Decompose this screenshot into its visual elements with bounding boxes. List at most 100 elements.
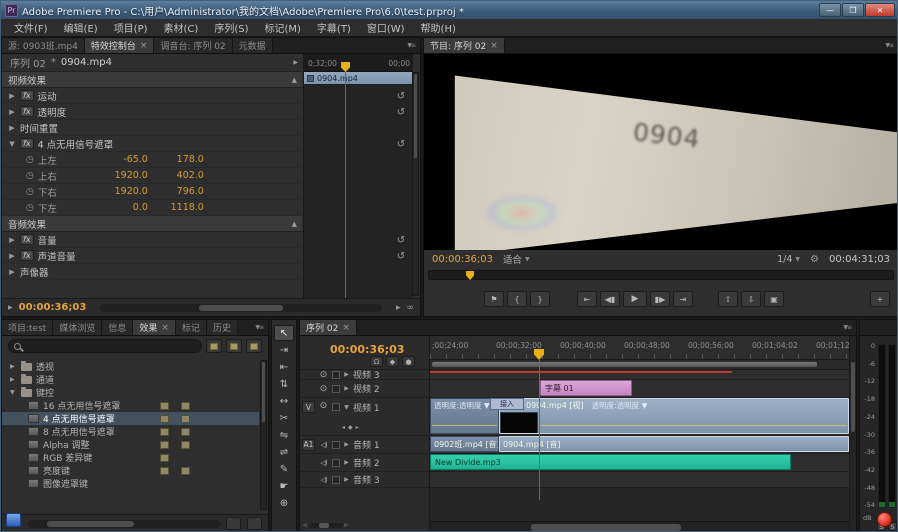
current-timecode[interactable]: 00:00:36;03	[19, 302, 87, 313]
current-timecode[interactable]: 00:00:36;03	[432, 254, 493, 265]
maximize-button[interactable]: ❐	[842, 3, 864, 17]
track-lock-icon[interactable]	[332, 403, 340, 411]
minimize-button[interactable]: —	[819, 3, 841, 17]
set-encore-marker-button[interactable]: ◆	[386, 356, 399, 367]
delete-item-button[interactable]	[247, 517, 262, 530]
add-marker-button[interactable]: ⚑	[484, 291, 504, 307]
expand-icon[interactable]: ▶	[8, 268, 16, 276]
param-value-y[interactable]: 1118.0	[152, 202, 204, 213]
clip-property-dropdown[interactable]: 透明度:透明度 ▼	[592, 400, 648, 411]
clip-property-dropdown[interactable]: 透明度:透明度 ▼	[434, 400, 490, 411]
reset-effect-icon[interactable]: ↺	[395, 91, 407, 102]
effect-row-volume[interactable]: ▶ fx 音量	[2, 232, 302, 248]
effect-item-luma-key[interactable]: 亮度键	[2, 464, 259, 477]
scrollbar-thumb[interactable]	[531, 524, 682, 531]
track-lock-icon[interactable]	[332, 371, 340, 379]
collapse-icon[interactable]: ▼	[8, 140, 16, 148]
effect-item-4-point-garbage-matte[interactable]: 4 点无用信号遮罩	[2, 412, 259, 425]
pen-tool[interactable]: ✎	[274, 461, 294, 477]
effect-row-motion[interactable]: ▶ fx 运动	[2, 88, 302, 104]
tab-program-monitor[interactable]: 节目: 序列 02×	[424, 38, 505, 53]
menu-item-sequence[interactable]: 序列(S)	[207, 18, 255, 37]
source-patch-video[interactable]: V	[302, 401, 315, 413]
filter-accelerated-button[interactable]	[206, 339, 222, 353]
effect-row-panner[interactable]: ▶ 声像器	[2, 264, 302, 280]
param-value-x[interactable]: -65.0	[96, 154, 148, 165]
effect-row-garbage-matte[interactable]: ▼ fx 4 点无用信号遮罩	[2, 136, 302, 152]
menu-item-marker[interactable]: 标记(M)	[257, 18, 307, 37]
stopwatch-icon[interactable]: ◷	[26, 155, 34, 165]
expand-icon[interactable]: ▶	[343, 441, 350, 448]
audio-effects-section[interactable]: 音频效果 ▲	[2, 216, 302, 232]
clip-video-left[interactable]: 透明度:透明度 ▼	[430, 398, 499, 434]
transition-clip[interactable]: 接入	[490, 398, 524, 410]
tab-media-browser[interactable]: 媒体浏览	[53, 320, 102, 335]
menu-item-help[interactable]: 帮助(H)	[414, 18, 463, 37]
track-header-audio-2[interactable]: ◁) ▶ 音频 2	[300, 454, 429, 472]
step-back-button[interactable]: ◀▮	[600, 291, 620, 307]
scrollbar-thumb[interactable]	[47, 521, 133, 527]
project-status-icon[interactable]	[6, 513, 21, 527]
track-lock-icon[interactable]	[332, 441, 340, 449]
resolution-select[interactable]: 1/4▼	[777, 254, 800, 265]
zoom-slider[interactable]	[309, 523, 343, 528]
bin-row-channel[interactable]: ▶ 通道	[2, 373, 259, 386]
selection-tool[interactable]: ↖	[274, 325, 294, 341]
close-icon[interactable]: ×	[342, 323, 350, 333]
clip-0902-audio[interactable]: 0902班.mp4 [音]	[430, 436, 499, 452]
tab-effects[interactable]: 效果×	[133, 320, 176, 335]
expand-icon[interactable]: ▶	[8, 92, 16, 100]
menu-item-edit[interactable]: 编辑(E)	[57, 18, 105, 37]
fx-badge-icon[interactable]: fx	[20, 138, 34, 149]
video-effects-section[interactable]: 视频效果 ▲	[2, 72, 302, 88]
param-value-y[interactable]: 178.0	[152, 154, 204, 165]
clip-title-01[interactable]: 字幕 01	[540, 380, 632, 396]
timeline-zoom-control[interactable]: ◃ ▹	[303, 521, 348, 529]
menu-item-file[interactable]: 文件(F)	[7, 18, 55, 37]
scrollbar-thumb[interactable]	[199, 305, 284, 311]
effect-row-opacity[interactable]: ▶ fx 透明度	[2, 104, 302, 120]
play-button[interactable]: ▶	[623, 291, 647, 307]
rate-stretch-tool[interactable]: ↔	[274, 393, 294, 409]
param-value-y[interactable]: 402.0	[152, 170, 204, 181]
set-marker-button[interactable]: ●	[402, 356, 415, 367]
panel-menu-icon[interactable]: ▼≡	[402, 38, 420, 53]
effect-controls-timeline[interactable]: 0;32;00 00;00 0904.mp4 ↺ ↺ ↺ ↺ ↺	[303, 54, 413, 298]
snap-toggle-button[interactable]: Ω	[370, 356, 383, 367]
expand-icon[interactable]: ▶	[8, 236, 16, 244]
button-editor-button[interactable]: +	[870, 291, 890, 307]
fit-select[interactable]: 适合▼	[503, 252, 530, 266]
tab-history[interactable]: 历史	[207, 320, 238, 335]
collapse-icon[interactable]: ▲	[292, 220, 297, 228]
fx-badge-icon[interactable]: fx	[20, 90, 34, 101]
stopwatch-icon[interactable]: ◷	[26, 203, 34, 213]
tab-markers[interactable]: 标记	[176, 320, 207, 335]
expand-icon[interactable]: ▶	[8, 108, 16, 116]
settings-wrench-icon[interactable]: ⚙	[810, 254, 819, 265]
play-audio-icon[interactable]: ▸	[396, 303, 401, 313]
opacity-band[interactable]	[432, 425, 497, 426]
close-button[interactable]: ✕	[865, 3, 895, 17]
tab-sequence-02[interactable]: 序列 02×	[300, 320, 357, 335]
scrollbar-thumb[interactable]	[851, 362, 855, 432]
track-header-audio-3[interactable]: ◁) ▶ 音频 3	[300, 472, 429, 488]
effect-item-alpha-adjust[interactable]: Alpha 调整	[2, 438, 259, 451]
track-video-2-lane[interactable]: 字幕 01	[430, 380, 849, 398]
extract-button[interactable]: ⇩	[741, 291, 761, 307]
effect-item-8-point-garbage-matte[interactable]: 8 点无用信号遮罩	[2, 425, 259, 438]
tab-source-monitor[interactable]: 源: 0903班.mp4	[2, 38, 85, 53]
bin-row-keying[interactable]: ▼ 键控	[2, 386, 259, 399]
reset-effect-icon[interactable]: ↺	[395, 107, 407, 118]
toggle-track-output-icon[interactable]: ⊙	[318, 384, 329, 394]
step-forward-button[interactable]: ▮▶	[650, 291, 670, 307]
horizontal-scrollbar[interactable]	[28, 520, 220, 528]
mini-timeline-clip[interactable]: 0904.mp4	[304, 72, 413, 85]
close-icon[interactable]: ×	[490, 41, 498, 51]
track-header-video-3[interactable]: ⊙ ▶ 视频 3	[300, 370, 429, 380]
tab-info[interactable]: 信息	[102, 320, 133, 335]
go-to-in-button[interactable]: ⇤	[577, 291, 597, 307]
track-lock-icon[interactable]	[332, 385, 340, 393]
fx-badge-icon[interactable]: fx	[20, 234, 34, 245]
track-audio-2-lane[interactable]: New Divide.mp3	[430, 454, 849, 472]
search-box[interactable]	[8, 339, 202, 353]
